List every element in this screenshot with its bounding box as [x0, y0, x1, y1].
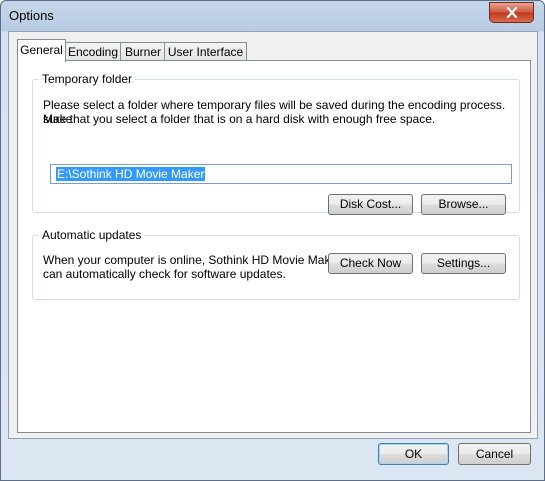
close-button[interactable] [489, 2, 534, 23]
options-dialog: Options General Encoding Burner User Int… [0, 0, 545, 481]
tab-general[interactable]: General [17, 39, 66, 62]
browse-button[interactable]: Browse... [421, 194, 506, 215]
cancel-button[interactable]: Cancel [458, 443, 531, 465]
close-icon [506, 7, 517, 18]
general-tab-page: Temporary folder Please select a folder … [17, 60, 531, 433]
title-bar[interactable]: Options [1, 1, 544, 31]
automatic-updates-description-line1: When your computer is online, Sothink HD… [43, 253, 342, 267]
temporary-folder-group: Temporary folder Please select a folder … [32, 72, 520, 215]
tab-burner[interactable]: Burner [120, 42, 166, 61]
window-title: Options [9, 8, 54, 23]
check-now-button[interactable]: Check Now [328, 253, 413, 274]
tab-encoding[interactable]: Encoding [64, 42, 122, 61]
automatic-updates-description-line2: can automatically check for software upd… [43, 267, 286, 281]
automatic-updates-title: Automatic updates [39, 228, 145, 242]
tab-user-interface[interactable]: User Interface [164, 42, 247, 61]
update-settings-button[interactable]: Settings... [421, 253, 506, 274]
dialog-client-area: General Encoding Burner User Interface T… [8, 31, 538, 439]
selected-path-text: E:\Sothink HD Movie Maker [56, 167, 206, 181]
temporary-folder-description-line2: sure that you select a folder that is on… [43, 112, 436, 126]
automatic-updates-group: Automatic updates When your computer is … [32, 228, 520, 300]
temp-folder-path-input[interactable]: E:\Sothink HD Movie Maker [50, 164, 512, 184]
ok-button[interactable]: OK [378, 443, 449, 465]
disk-cost-button[interactable]: Disk Cost... [328, 194, 413, 215]
temporary-folder-title: Temporary folder [39, 72, 136, 86]
